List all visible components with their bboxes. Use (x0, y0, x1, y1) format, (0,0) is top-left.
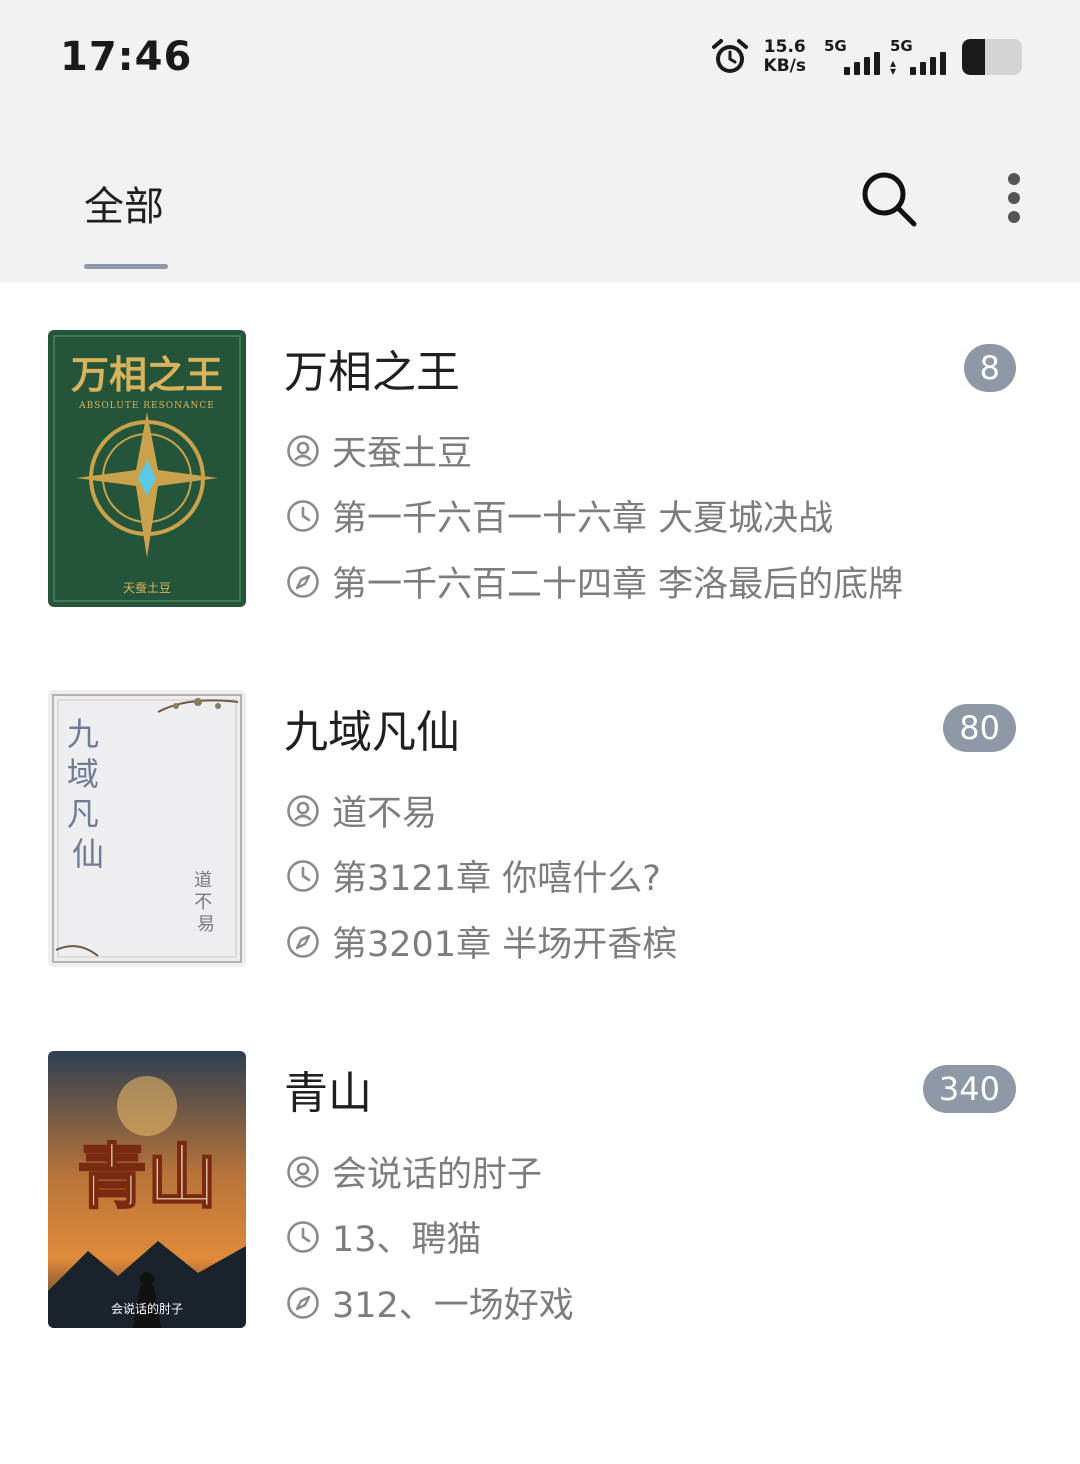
book-cover[interactable]: 万相之王 ABSOLUTE RESONANCE 天蚕土豆 (48, 330, 246, 607)
compass-icon (287, 1286, 319, 1319)
unread-count-badge: 80 (943, 704, 1016, 752)
book-last-read-chapter: 13、聘猫 (332, 1220, 482, 1260)
cover-subtitle-text: ABSOLUTE RESONANCE (78, 401, 215, 411)
unread-count-badge: 8 (963, 344, 1016, 392)
book-last-read-row: 第一千六百一十六章 大夏城决战 (286, 490, 833, 541)
book-last-read-row: 13、聘猫 (286, 1211, 482, 1262)
book-item[interactable]: 九 域 凡 仙 道 不 易 九域凡仙 80 道不易 第3121章 你嘻什么? 第… (0, 690, 1080, 970)
book-author: 天蚕土豆 (332, 434, 473, 474)
book-latest-row: 第3201章 半场开香槟 (286, 916, 677, 967)
book-latest-chapter: 第3201章 半场开香槟 (332, 925, 678, 965)
book-latest-row: 第一千六百二十四章 李洛最后的底牌 (286, 556, 903, 607)
book-last-read-chapter: 第一千六百一十六章 大夏城决战 (332, 499, 834, 539)
cover-author-text: 道 不 易 (194, 870, 218, 935)
user-circle-icon (287, 1155, 319, 1188)
book-author-row: 天蚕土豆 (286, 425, 472, 476)
book-item[interactable]: 万相之王 ABSOLUTE RESONANCE 天蚕土豆 万相之王 8 天蚕土豆… (0, 330, 1080, 610)
tab-all[interactable]: 全部 (84, 174, 164, 232)
more-vertical-icon[interactable] (998, 168, 1030, 228)
cover-title-char-3: 凡 (67, 795, 99, 833)
book-title: 万相之王 (284, 347, 460, 398)
book-author: 会说话的肘子 (332, 1155, 543, 1195)
cover-author-text: 天蚕土豆 (123, 581, 171, 595)
book-author-row: 会说话的肘子 (286, 1146, 542, 1197)
book-item[interactable]: 青山 会说话的肘子 青山 340 会说话的肘子 13、聘猫 312、一场好戏 (0, 1051, 1080, 1331)
book-author-row: 道不易 (286, 785, 437, 836)
book-cover[interactable]: 青山 会说话的肘子 (48, 1051, 246, 1328)
user-circle-icon (287, 434, 319, 467)
unread-count-badge: 340 (922, 1065, 1016, 1113)
tab-active-indicator (84, 264, 168, 269)
compass-icon (287, 565, 319, 598)
book-last-read-chapter: 第3121章 你嘻什么? (332, 859, 661, 899)
cover-title-text: 青山 (77, 1135, 217, 1218)
cover-author-text: 会说话的肘子 (111, 1301, 183, 1316)
clock-icon (287, 499, 319, 532)
search-icon[interactable] (858, 168, 918, 228)
book-cover[interactable]: 九 域 凡 仙 道 不 易 (48, 690, 246, 967)
cover-title-char-1: 九 (67, 715, 99, 753)
book-latest-row: 312、一场好戏 (286, 1277, 574, 1328)
compass-icon (287, 925, 319, 958)
clock-icon (287, 859, 319, 892)
cover-title-char-4: 仙 (72, 835, 104, 873)
book-title: 青山 (284, 1068, 372, 1119)
book-title: 九域凡仙 (284, 707, 460, 758)
clock-icon (287, 1220, 319, 1253)
data-arrows-icon: ▴ ▾ (890, 56, 897, 78)
signal-sim1-icon: 5G (824, 37, 880, 77)
network-speed: 15.6 KB/s (764, 38, 806, 76)
status-time: 17:46 (60, 34, 193, 80)
network-speed-value: 15.6 (763, 37, 806, 57)
cover-title-char-2: 域 (67, 755, 99, 793)
battery-icon (962, 39, 1022, 75)
book-latest-chapter: 312、一场好戏 (332, 1286, 574, 1326)
book-last-read-row: 第3121章 你嘻什么? (286, 850, 661, 901)
status-icons: 15.6 KB/s 5G 5G ▴ ▾ (710, 36, 1022, 78)
alarm-icon (711, 39, 748, 73)
top-bar: 17:46 15.6 KB/s 5G 5G ▴ ▾ 全部 (0, 0, 1080, 282)
user-circle-icon (287, 794, 319, 827)
cover-title-text: 万相之王 (71, 352, 223, 397)
network-speed-unit: KB/s (763, 56, 806, 76)
book-latest-chapter: 第一千六百二十四章 李洛最后的底牌 (332, 565, 904, 605)
signal-sim2-icon: 5G ▴ ▾ (890, 37, 946, 77)
book-author: 道不易 (332, 794, 438, 834)
